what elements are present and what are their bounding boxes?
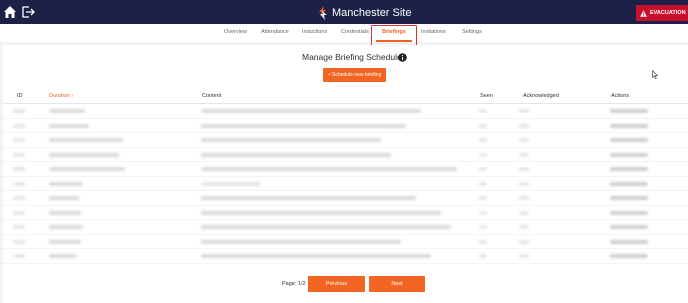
page-indicator: Page: 1/2 [282,281,306,287]
table-row[interactable] [3,119,688,133]
table-row[interactable] [3,148,688,162]
brand: Manchester Site [318,5,411,21]
column-header-acknowledged[interactable]: Acknowledged [523,93,559,99]
highlight-box [371,25,417,46]
column-header-actions[interactable]: Actions [611,93,629,99]
tab-credentials[interactable]: Credentials [341,29,369,35]
column-header-id[interactable]: ID [17,93,23,99]
tab-inductions[interactable]: Inductions [302,29,327,35]
column-header-seen[interactable]: Seen [480,93,493,99]
tab-settings[interactable]: Settings [462,29,482,35]
schedule-new-briefing-button[interactable]: + Schedule new briefing [323,68,386,82]
briefing-table-body [3,104,688,264]
warning-icon [640,9,647,17]
tab-invitations[interactable]: Invitations [421,29,446,35]
home-icon[interactable] [3,5,17,19]
evacuation-button[interactable]: EVACUATION [636,5,688,21]
tab-overview[interactable]: Overview [224,29,247,35]
mouse-cursor-icon [652,70,658,79]
table-row[interactable] [3,249,688,264]
table-row[interactable] [3,104,688,119]
table-row[interactable] [3,206,688,220]
logout-icon[interactable] [21,5,35,19]
tab-attendance[interactable]: Attendance [261,29,289,35]
table-row[interactable] [3,162,688,177]
table-row[interactable] [3,235,688,249]
table-row[interactable] [3,133,688,148]
page-title: Manage Briefing Schedule [302,52,402,62]
info-icon[interactable] [398,53,407,62]
next-button[interactable]: Next [369,276,425,292]
table-row[interactable] [3,220,688,235]
column-header-duration[interactable]: Duration ↑ [49,93,74,99]
site-title: Manchester Site [332,7,412,19]
table-row[interactable] [3,191,688,206]
site-logo-icon [319,6,327,20]
column-header-content[interactable]: Content [202,93,221,99]
evacuation-label: EVACUATION [650,10,686,16]
previous-button[interactable]: Previous [308,276,365,292]
table-row[interactable] [3,177,688,191]
